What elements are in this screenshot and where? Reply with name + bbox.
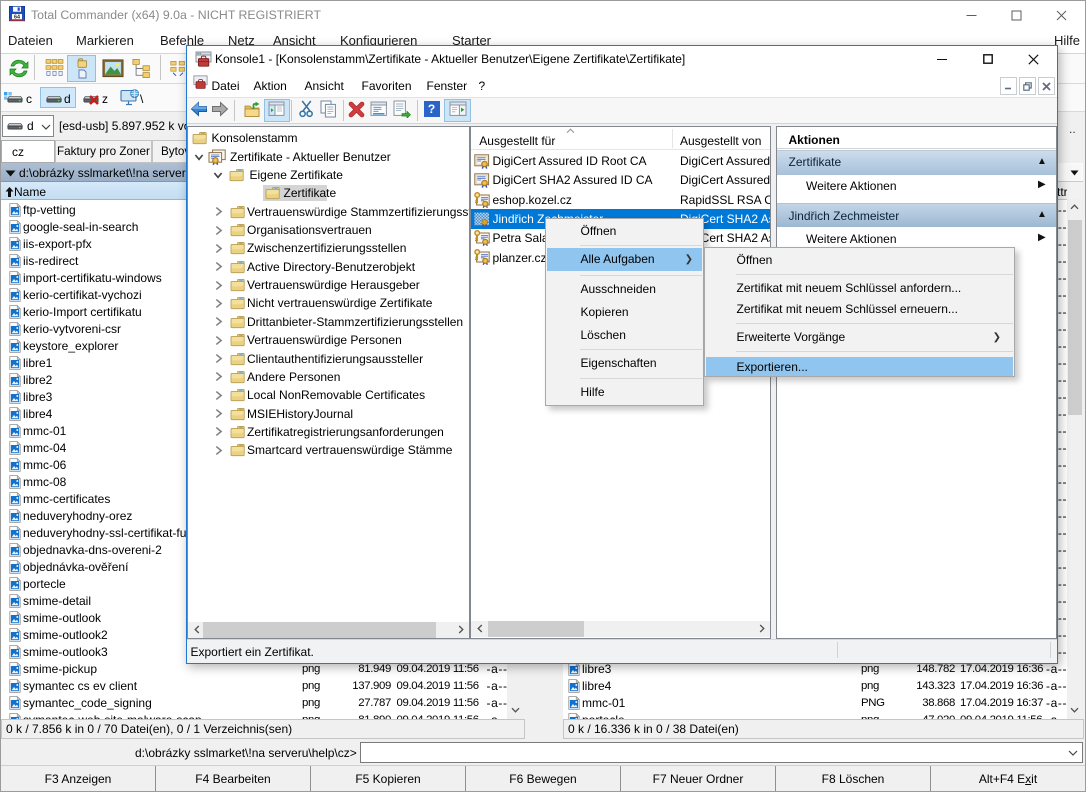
svg-text:64: 64 [14, 15, 20, 21]
